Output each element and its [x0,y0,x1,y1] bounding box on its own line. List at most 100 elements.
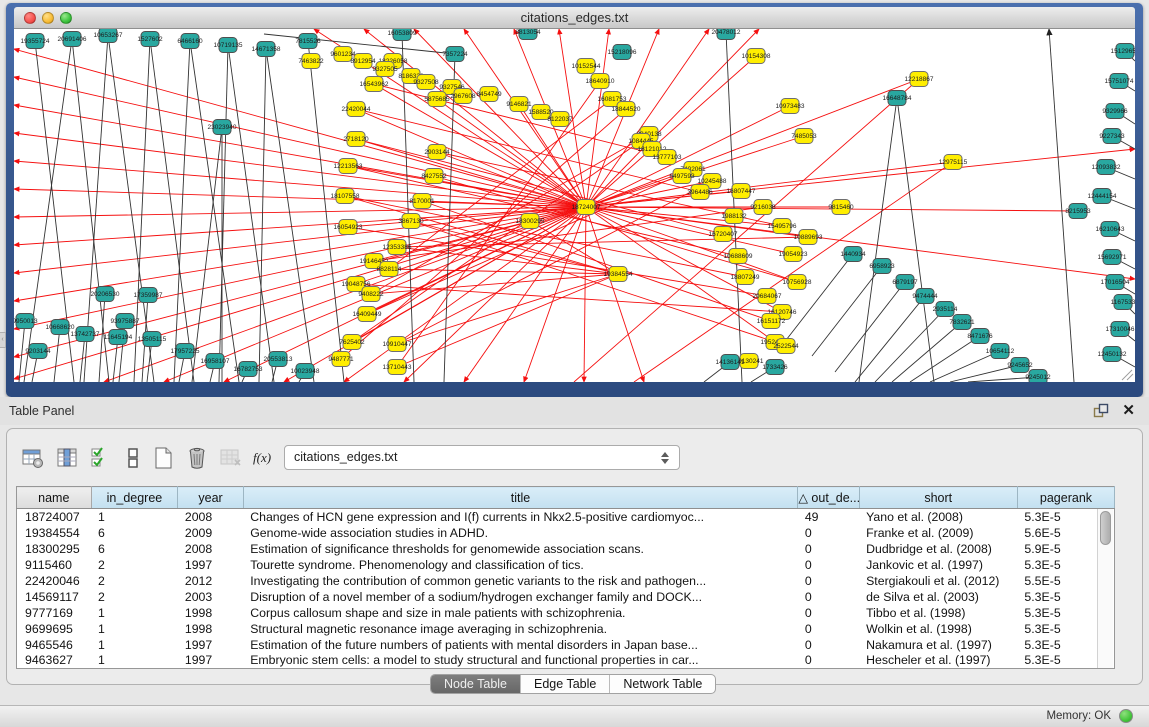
tab-edge-table[interactable]: Edge Table [521,675,610,693]
cell-year[interactable]: 1997 [178,557,243,573]
cell-name[interactable]: 9463627 [17,653,92,669]
cell-name[interactable]: 9699695 [17,621,92,637]
select-all-checks-icon[interactable] [89,446,113,470]
column-header-year[interactable]: year [178,487,243,509]
cell-year[interactable]: 2008 [178,541,243,557]
table-row[interactable]: 1938455462009Genome-wide association stu… [17,525,1115,541]
cell-name[interactable]: 19384554 [17,525,92,541]
cell-year[interactable]: 2003 [178,589,243,605]
cell-year[interactable]: 2012 [178,573,243,589]
column-header-short[interactable]: short [859,487,1017,509]
column-header-title[interactable]: title [243,487,798,509]
cell-in_degree[interactable]: 2 [91,589,178,605]
cell-out_degree[interactable]: 0 [798,653,859,669]
clear-selection-icon[interactable] [121,446,145,470]
cell-in_degree[interactable]: 6 [91,525,178,541]
column-header-name[interactable]: name [17,487,92,509]
cell-in_degree[interactable]: 1 [91,621,178,637]
table-settings-icon[interactable] [21,446,45,470]
cell-title[interactable]: Investigating the contribution of common… [243,573,798,589]
graph-edge[interactable] [404,207,586,382]
table-column-icon[interactable] [55,446,79,470]
graph-edge[interactable] [374,84,667,157]
column-header-in_degree[interactable]: in_degree [91,487,178,509]
graph-edge[interactable] [14,49,586,207]
table-row[interactable]: 2242004622012Investigating the contribut… [17,573,1115,589]
cell-year[interactable]: 1998 [178,605,243,621]
cell-name[interactable]: 9465546 [17,637,92,653]
network-table-selector[interactable]: citations_edges.txt [284,445,680,470]
graph-edge[interactable] [586,29,609,207]
cell-short[interactable]: Yano et al. (2008) [859,509,1017,525]
network-window-titlebar[interactable]: citations_edges.txt [14,7,1135,29]
cell-title[interactable]: Corpus callosum shape and size in male p… [243,605,798,621]
graph-edge[interactable] [855,296,925,382]
graph-edge[interactable] [783,254,853,344]
cell-in_degree[interactable]: 2 [91,557,178,573]
graph-edge[interactable] [259,49,266,382]
cell-short[interactable]: Tibbo et al. (1998) [859,605,1017,621]
cell-short[interactable]: Stergiakouli et al. (2012) [859,573,1017,589]
table-row[interactable]: 946554611997Estimation of the future num… [17,637,1115,653]
graph-edge[interactable] [397,237,808,247]
cell-in_degree[interactable]: 1 [91,509,178,525]
cell-in_degree[interactable]: 1 [91,637,178,653]
cell-name[interactable]: 14569117 [17,589,92,605]
collapse-panel-handle[interactable]: ‹ [0,332,6,348]
cell-year[interactable]: 1997 [178,637,243,653]
cell-out_degree[interactable]: 0 [798,541,859,557]
delete-trash-icon[interactable] [185,446,209,470]
cell-title[interactable]: Tourette syndrome. Phenomenology and cla… [243,557,798,573]
cell-title[interactable]: Disruption of a novel member of a sodium… [243,589,798,605]
cell-out_degree[interactable]: 0 [798,589,859,605]
cell-in_degree[interactable]: 6 [91,541,178,557]
graph-edge[interactable] [192,127,222,382]
cell-in_degree[interactable]: 1 [91,605,178,621]
cell-out_degree[interactable]: 0 [798,573,859,589]
cell-out_degree[interactable]: 49 [798,509,859,525]
cell-title[interactable]: Estimation of the future numbers of pati… [243,637,798,653]
function-builder-icon[interactable]: f(x) [253,446,283,470]
graph-edge[interactable] [264,34,455,54]
table-row[interactable]: 977716911998Corpus callosum shape and si… [17,605,1115,621]
cell-short[interactable]: Hescheler et al. (1997) [859,653,1017,669]
cell-year[interactable]: 2008 [178,509,243,525]
citation-network-graph[interactable]: 1872400774638229601234891295418226058932… [14,29,1135,382]
cell-year[interactable]: 1998 [178,621,243,637]
graph-edge[interactable] [584,207,586,382]
cell-year[interactable]: 1997 [178,653,243,669]
delete-table-icon[interactable] [219,446,243,470]
graph-edge[interactable] [54,327,60,382]
cell-out_degree[interactable]: 0 [798,637,859,653]
network-graph-canvas[interactable]: 1872400774638229601234891295418226058932… [14,29,1135,382]
cell-title[interactable]: Estimation of significance thresholds fo… [243,541,798,557]
cell-short[interactable]: Wolkin et al. (1998) [859,621,1017,637]
cell-name[interactable]: 9777169 [17,605,92,621]
graph-edge[interactable] [266,49,314,382]
float-panel-icon[interactable] [1093,403,1109,419]
graph-edge[interactable] [835,282,905,372]
cell-short[interactable]: Dudbridge et al. (2008) [859,541,1017,557]
cell-in_degree[interactable]: 2 [91,573,178,589]
table-row[interactable]: 1830029562008Estimation of significance … [17,541,1115,557]
cell-name[interactable]: 18300295 [17,541,92,557]
graph-edge[interactable] [19,321,25,382]
cell-name[interactable]: 22420046 [17,573,92,589]
table-row[interactable]: 946362711997Embryonic stem cells: a mode… [17,653,1115,669]
cell-out_degree[interactable]: 0 [798,525,859,541]
scrollbar-thumb[interactable] [1100,511,1111,545]
cell-title[interactable]: Genome-wide association studies in ADHD. [243,525,798,541]
memory-status-indicator-icon[interactable] [1119,709,1133,723]
cell-short[interactable]: Franke et al. (2009) [859,525,1017,541]
graph-edge[interactable] [930,351,1000,382]
column-header-pagerank[interactable]: pagerank [1017,487,1114,509]
cell-out_degree[interactable]: 0 [798,605,859,621]
cell-title[interactable]: Changes of HCN gene expression and I(f) … [243,509,798,525]
table-row[interactable]: 969969511998Structural magnetic resonanc… [17,621,1115,637]
cell-name[interactable]: 18724007 [17,509,92,525]
table-row[interactable]: 1872400712008Changes of HCN gene express… [17,509,1115,525]
cell-year[interactable]: 2009 [178,525,243,541]
cell-short[interactable]: Nakamura et al. (1997) [859,637,1017,653]
new-table-document-icon[interactable] [151,446,175,470]
graph-edge[interactable] [859,98,897,382]
